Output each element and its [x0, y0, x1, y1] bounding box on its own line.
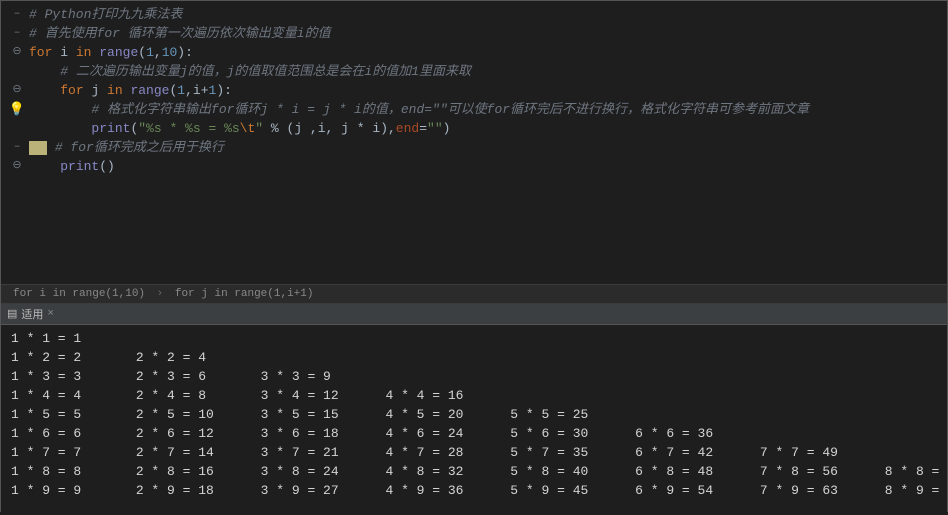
code-line[interactable]: – # for循环完成之后用于换行 [1, 138, 947, 157]
console-tab-icon: ▤ [7, 307, 17, 321]
close-icon[interactable]: × [47, 308, 54, 320]
console-tab-label: 适用 [21, 306, 43, 322]
lightbulb-icon[interactable]: 💡 [9, 100, 25, 119]
code-line[interactable]: –# 首先使用for 循环第一次遍历依次输出变量i的值 [1, 24, 947, 43]
gutter-icon[interactable]: – [5, 138, 29, 157]
breadcrumb-item[interactable]: for j in range(1,i+1) [175, 288, 314, 300]
breadcrumb-sep-icon: › [157, 288, 164, 300]
code-line[interactable]: ⊖ for j in range(1,i+1): [1, 81, 947, 100]
code-line[interactable]: 💡 # 格式化字符串输出for循环j * i = j * i的值，end=""可… [1, 100, 947, 119]
code-line[interactable]: ⊖for i in range(1,10): [1, 43, 947, 62]
gutter-icon[interactable]: 💡 [5, 100, 29, 119]
breadcrumb: for i in range(1,10) › for j in range(1,… [1, 284, 947, 304]
gutter-icon[interactable]: – [5, 5, 29, 24]
code-line[interactable]: print("%s * %s = %s\t" % (j ,i, j * i),e… [1, 119, 947, 138]
code-content: # 格式化字符串输出for循环j * i = j * i的值，end=""可以使… [29, 100, 809, 119]
code-content: # 二次遍历输出变量j的值，j的值取值范围总是会在i的值加1里面来取 [29, 62, 471, 81]
code-line[interactable]: # 二次遍历输出变量j的值，j的值取值范围总是会在i的值加1里面来取 [1, 62, 947, 81]
gutter-icon[interactable]: ⊖ [5, 157, 29, 176]
code-content: print("%s * %s = %s\t" % (j ,i, j * i),e… [29, 119, 450, 138]
console-tab[interactable]: ▤ 适用 × [7, 306, 54, 322]
code-content: for j in range(1,i+1): [29, 81, 232, 100]
code-content: print() [29, 157, 115, 176]
code-editor[interactable]: –# Python打印九九乘法表–# 首先使用for 循环第一次遍历依次输出变量… [1, 1, 947, 284]
code-content: for i in range(1,10): [29, 43, 193, 62]
gutter-icon[interactable]: – [5, 24, 29, 43]
console-tab-bar: ▤ 适用 × [1, 304, 947, 325]
code-content: # Python打印九九乘法表 [29, 5, 182, 24]
code-content: # 首先使用for 循环第一次遍历依次输出变量i的值 [29, 24, 331, 43]
code-line[interactable]: –# Python打印九九乘法表 [1, 5, 947, 24]
gutter-icon[interactable]: ⊖ [5, 43, 29, 62]
text-cursor [29, 141, 47, 155]
breadcrumb-item[interactable]: for i in range(1,10) [13, 288, 145, 300]
gutter-icon[interactable]: ⊖ [5, 81, 29, 100]
code-content: # for循环完成之后用于换行 [29, 138, 224, 157]
code-line[interactable]: ⊖ print() [1, 157, 947, 176]
console-output[interactable]: 1 * 1 = 1 1 * 2 = 2 2 * 2 = 4 1 * 3 = 3 … [1, 325, 947, 515]
